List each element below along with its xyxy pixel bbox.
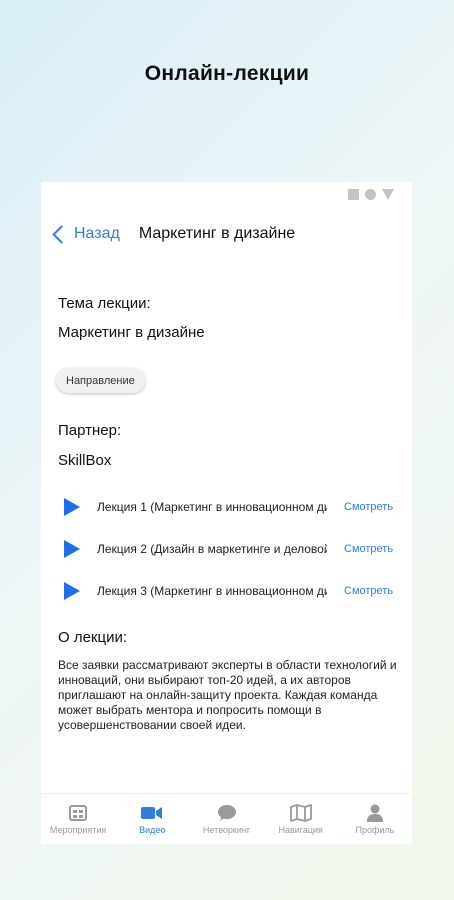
home-icon (365, 189, 376, 200)
partner-value: SkillBox (58, 452, 112, 469)
nav-item-profile[interactable]: Профиль (338, 794, 412, 844)
page-title: Маркетинг в дизайне (138, 225, 296, 242)
chevron-left-icon (52, 224, 71, 244)
nav-label: Навигация (278, 824, 323, 835)
play-icon[interactable] (64, 498, 80, 516)
lecture-title: Лекция 1 (Маркетинг в инновационном диза… (97, 500, 327, 514)
bottom-nav: Мероприятия Видео Нетворкинг Навигация П… (41, 793, 412, 844)
nav-item-video[interactable]: Видео (115, 794, 189, 844)
nav-label: Нетворкинг (202, 824, 251, 835)
topic-value: Маркетинг в дизайне (58, 324, 205, 341)
lecture-title: Лекция 3 (Маркетинг в инновационном диза… (97, 584, 327, 598)
play-icon[interactable] (64, 540, 80, 558)
watch-link[interactable]: Смотреть (344, 543, 393, 555)
back-label: Назад (74, 225, 120, 242)
lecture-row[interactable]: Лекция 3 (Маркетинг в инновационном диза… (41, 578, 412, 604)
lecture-row[interactable]: Лекция 1 (Маркетинг в инновационном диза… (41, 494, 412, 520)
watch-link[interactable]: Смотреть (344, 585, 393, 597)
video-camera-icon (141, 804, 163, 822)
promo-title: Онлайн-лекции (144, 62, 310, 85)
lecture-row[interactable]: Лекция 2 (Дизайн в маркетинге и деловой … (41, 536, 412, 562)
nav-item-networking[interactable]: Нетворкинг (189, 794, 263, 844)
map-icon (289, 803, 312, 822)
nav-label: Профиль (355, 824, 395, 835)
topic-label: Тема лекции: (58, 295, 151, 312)
nav-item-navigation[interactable]: Навигация (264, 794, 338, 844)
back-button[interactable]: Назад (49, 224, 120, 244)
partner-label: Партнер: (58, 422, 122, 439)
calendar-icon (67, 804, 89, 822)
status-bar (348, 189, 394, 200)
about-text: Все заявки рассматривают эксперты в обла… (58, 658, 397, 732)
nav-item-events[interactable]: Мероприятия (41, 794, 115, 844)
lecture-title: Лекция 2 (Дизайн в маркетинге и деловой … (97, 542, 327, 556)
play-icon[interactable] (64, 582, 80, 600)
about-label: О лекции: (58, 629, 128, 646)
chat-bubble-icon (216, 804, 238, 822)
person-icon (364, 804, 386, 822)
nav-label: Видео (139, 824, 166, 835)
app-header: Назад Маркетинг в дизайне (49, 222, 412, 246)
nav-label: Мероприятия (49, 824, 107, 835)
phone-screen: Назад Маркетинг в дизайне Тема лекции: М… (41, 182, 412, 844)
direction-chip[interactable]: Направление (56, 368, 145, 393)
recent-apps-icon (348, 189, 359, 200)
back-triangle-icon (382, 189, 394, 200)
watch-link[interactable]: Смотреть (344, 501, 393, 513)
